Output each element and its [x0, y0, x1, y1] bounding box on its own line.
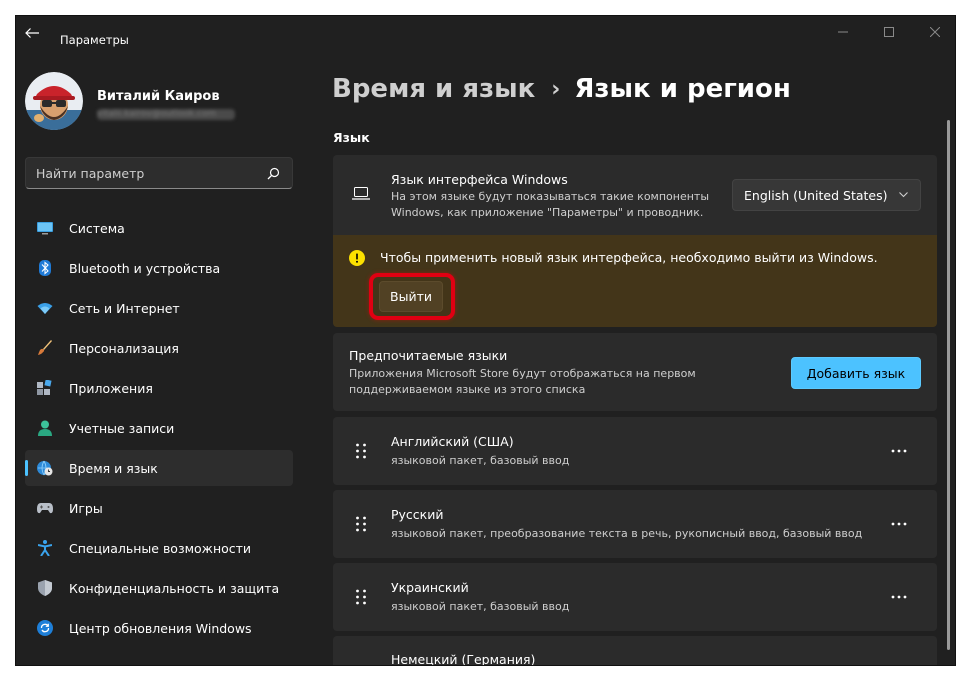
page-title: Язык и регион [574, 74, 791, 104]
language-features: языковой пакет, базовый ввод [391, 600, 570, 613]
minimize-button[interactable] [821, 16, 865, 48]
app-title: Параметры [60, 33, 129, 47]
sidebar-nav: Система Bluetooth и устройства Сеть и Ин… [25, 210, 293, 650]
maximize-button[interactable] [867, 16, 911, 48]
sidebar-item-bluetooth[interactable]: Bluetooth и устройства [25, 250, 293, 286]
sidebar-item-system[interactable]: Система [25, 210, 293, 246]
more-options-icon[interactable] [889, 518, 909, 530]
globe-clock-icon [37, 460, 53, 476]
sidebar-item-label: Центр обновления Windows [69, 620, 252, 636]
update-icon [37, 620, 53, 636]
list-item[interactable]: Украинский языковой пакет, базовый ввод [333, 563, 937, 631]
sidebar-item-label: Персонализация [69, 340, 179, 356]
preferred-languages-card: Предпочитаемые языки Приложения Microsof… [333, 333, 937, 411]
user-name: Виталий Каиров [97, 89, 220, 104]
sidebar-item-privacy[interactable]: Конфиденциальность и защита [25, 570, 293, 606]
back-arrow-icon[interactable] [24, 27, 40, 39]
list-item[interactable]: Немецкий (Германия) [333, 636, 937, 665]
dropdown-selected-value: English (United States) [744, 187, 888, 203]
close-button[interactable] [913, 16, 955, 48]
add-language-button[interactable]: Добавить язык [791, 357, 921, 389]
display-language-title: Язык интерфейса Windows [391, 172, 568, 187]
sidebar-item-label: Конфиденциальность и защита [69, 580, 280, 596]
language-features: языковой пакет, преобразование текста в … [391, 527, 863, 540]
sidebar-item-label: Приложения [69, 380, 153, 396]
sidebar-item-label: Система [69, 220, 125, 236]
shield-icon [37, 580, 53, 596]
sidebar-item-label: Игры [69, 500, 103, 516]
language-features: языковой пакет, базовый ввод [391, 454, 570, 467]
laptop-icon [352, 187, 370, 200]
breadcrumb-separator: › [551, 76, 561, 102]
maximize-icon [884, 27, 894, 37]
close-icon [930, 27, 940, 37]
sidebar-item-personalization[interactable]: Персонализация [25, 330, 293, 366]
sidebar-item-gaming[interactable]: Игры [25, 490, 293, 526]
sidebar-item-label: Время и язык [69, 460, 158, 476]
sidebar-item-accounts[interactable]: Учетные записи [25, 410, 293, 446]
sidebar-item-time-language[interactable]: Время и язык [25, 450, 293, 486]
person-icon [37, 420, 53, 436]
wifi-icon [37, 300, 53, 316]
language-name: Русский [391, 507, 444, 522]
sidebar-item-label: Bluetooth и устройства [69, 260, 221, 276]
drag-handle-icon[interactable] [355, 516, 367, 532]
sign-out-warning-banner: Чтобы применить новый язык интерфейса, н… [333, 235, 937, 327]
sidebar-item-windows-update[interactable]: Центр обновления Windows [25, 610, 293, 646]
accessibility-icon [37, 540, 53, 556]
warning-icon [349, 250, 365, 266]
title-bar: Параметры [16, 16, 955, 48]
sidebar-item-label: Сеть и Интернет [69, 300, 180, 316]
monitor-icon [37, 220, 53, 236]
display-language-description: На этом языке будут показываться такие к… [391, 190, 710, 219]
scrollbar[interactable] [947, 120, 950, 660]
minimize-icon [838, 31, 848, 33]
display-language-card: Язык интерфейса Windows На этом языке бу… [333, 155, 937, 235]
language-name: Украинский [391, 580, 469, 595]
sidebar-item-label: Учетные записи [69, 420, 175, 436]
display-language-dropdown[interactable]: English (United States) [732, 179, 921, 211]
language-name: Английский (США) [391, 434, 514, 449]
scrollbar-thumb[interactable] [947, 120, 950, 650]
more-options-icon[interactable] [889, 445, 909, 457]
search-input[interactable] [36, 165, 256, 181]
brush-icon [37, 340, 53, 356]
preferred-languages-title: Предпочитаемые языки [349, 348, 508, 363]
chevron-down-icon [899, 192, 908, 198]
more-options-icon[interactable] [889, 591, 909, 603]
user-email: vitalii.kairov@outlook.com [97, 109, 235, 120]
sign-out-button[interactable]: Выйти [379, 281, 443, 312]
sidebar-item-network[interactable]: Сеть и Интернет [25, 290, 293, 326]
list-item[interactable]: Русский языковой пакет, преобразование т… [333, 490, 937, 558]
language-name: Немецкий (Германия) [391, 652, 536, 665]
preferred-languages-description: Приложения Microsoft Store будут отображ… [349, 367, 696, 396]
avatar[interactable] [25, 72, 83, 130]
warning-text: Чтобы применить новый язык интерфейса, н… [380, 250, 878, 265]
sidebar-item-label: Специальные возможности [69, 540, 252, 556]
section-heading-language: Язык [333, 130, 370, 145]
drag-handle-icon[interactable] [355, 443, 367, 459]
search-box[interactable] [25, 157, 293, 189]
search-icon[interactable] [267, 167, 280, 180]
sidebar-item-apps[interactable]: Приложения [25, 370, 293, 406]
drag-handle-icon[interactable] [355, 589, 367, 605]
sidebar-item-accessibility[interactable]: Специальные возможности [25, 530, 293, 566]
breadcrumb-parent[interactable]: Время и язык [332, 74, 535, 104]
bluetooth-icon [37, 260, 53, 276]
gamepad-icon [37, 500, 53, 516]
apps-icon [37, 380, 53, 396]
list-item[interactable]: Английский (США) языковой пакет, базовый… [333, 417, 937, 485]
breadcrumb: Время и язык › Язык и регион [332, 74, 791, 104]
user-avatar-icon [25, 72, 83, 130]
settings-window: Параметры Виталий Каиров vitalii.kairov@… [16, 16, 955, 665]
